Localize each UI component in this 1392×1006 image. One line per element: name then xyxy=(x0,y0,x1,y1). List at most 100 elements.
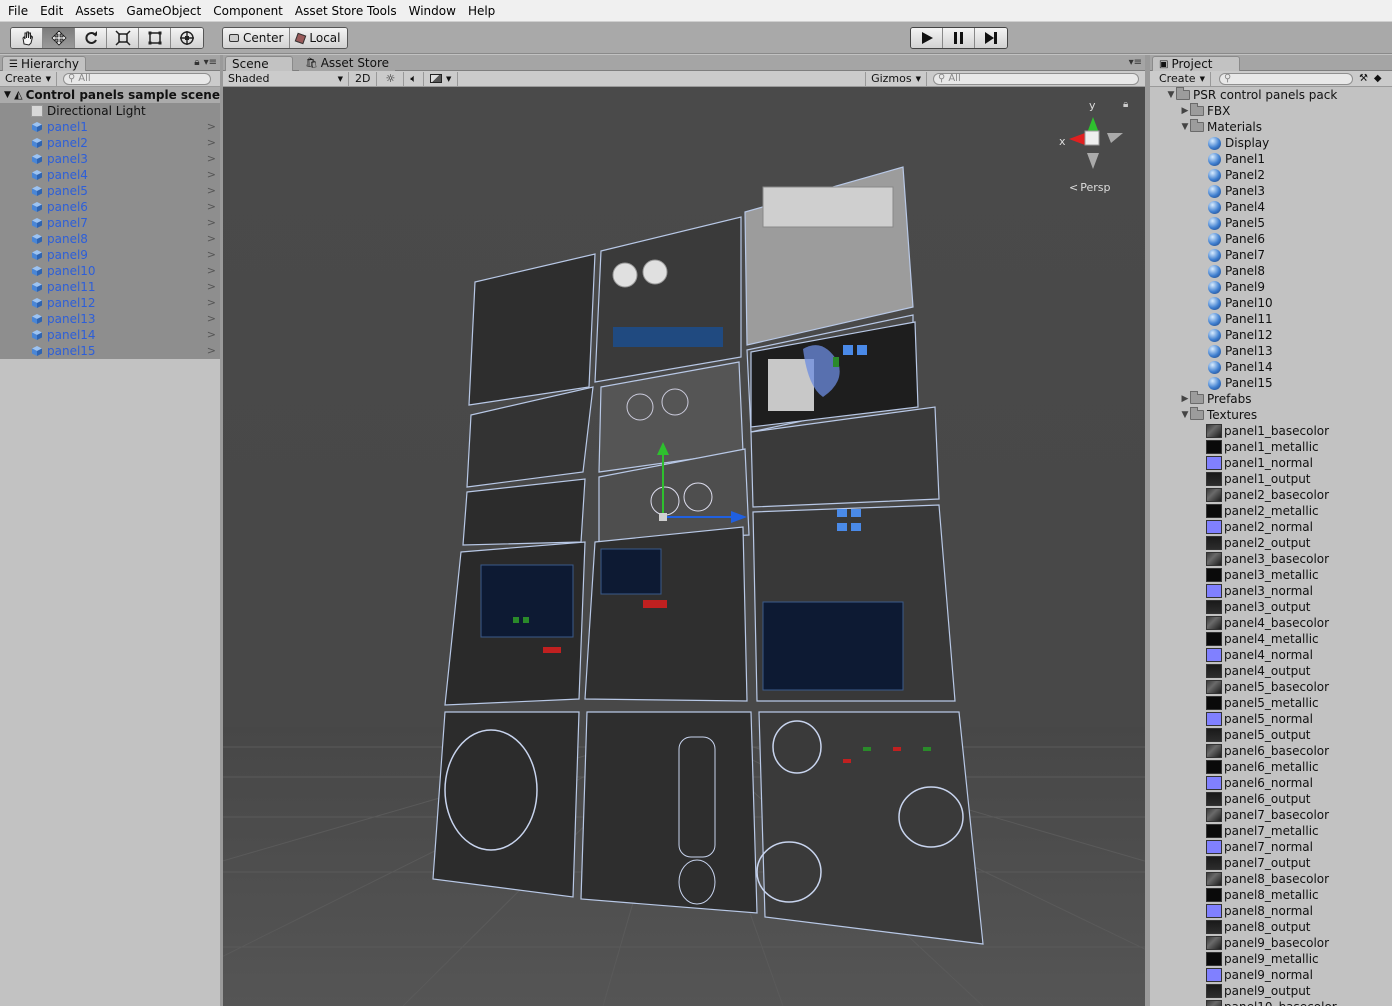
chevron-right-icon[interactable]: > xyxy=(207,151,216,167)
tab-hierarchy[interactable]: ☰ Hierarchy xyxy=(2,56,86,71)
chevron-right-icon[interactable]: > xyxy=(207,247,216,263)
project-texture-item[interactable]: panel10_basecolor xyxy=(1150,999,1392,1006)
panel-mesh-8[interactable] xyxy=(462,478,586,546)
project-texture-item[interactable]: panel2_output xyxy=(1150,535,1392,551)
project-texture-item[interactable]: panel6_metallic xyxy=(1150,759,1392,775)
collapse-arrow-icon[interactable]: ▶ xyxy=(1180,103,1190,119)
menu-item-assets[interactable]: Assets xyxy=(69,0,120,22)
project-texture-item[interactable]: panel7_metallic xyxy=(1150,823,1392,839)
chevron-right-icon[interactable]: > xyxy=(207,199,216,215)
project-texture-item[interactable]: panel1_metallic xyxy=(1150,439,1392,455)
project-folder-root[interactable]: ▼ PSR control panels pack xyxy=(1150,87,1392,103)
effects-dropdown[interactable]: ▼ xyxy=(424,71,459,86)
project-texture-item[interactable]: panel4_output xyxy=(1150,663,1392,679)
hierarchy-search-input[interactable]: ⚲ All xyxy=(62,72,211,85)
chevron-right-icon[interactable]: > xyxy=(207,279,216,295)
chevron-right-icon[interactable]: > xyxy=(207,231,216,247)
hierarchy-scene-row[interactable]: ▼ ◭ Control panels sample scene xyxy=(0,87,220,103)
hierarchy-item-panel3[interactable]: panel3 > xyxy=(0,151,220,167)
hierarchy-item-directional-light[interactable]: Directional Light xyxy=(0,103,220,119)
menu-item-file[interactable]: File xyxy=(2,0,34,22)
project-texture-item[interactable]: panel1_output xyxy=(1150,471,1392,487)
project-folder-textures[interactable]: ▼ Textures xyxy=(1150,407,1392,423)
project-material-item[interactable]: Panel10 xyxy=(1150,295,1392,311)
project-texture-item[interactable]: panel5_metallic xyxy=(1150,695,1392,711)
project-material-item[interactable]: Panel5 xyxy=(1150,215,1392,231)
project-texture-item[interactable]: panel5_normal xyxy=(1150,711,1392,727)
collapse-arrow-icon[interactable]: ▶ xyxy=(1180,391,1190,407)
panel-menu-icon[interactable]: ▾≡ xyxy=(204,57,217,68)
chevron-right-icon[interactable]: > xyxy=(207,119,216,135)
project-material-item[interactable]: Panel6 xyxy=(1150,231,1392,247)
project-create-dropdown[interactable]: Create ▼ xyxy=(1154,71,1211,86)
chevron-right-icon[interactable]: > xyxy=(207,295,216,311)
tab-scene[interactable]: Scene xyxy=(225,56,293,71)
project-texture-item[interactable]: panel3_output xyxy=(1150,599,1392,615)
project-texture-item[interactable]: panel4_metallic xyxy=(1150,631,1392,647)
menu-item-component[interactable]: Component xyxy=(207,0,289,22)
project-material-item[interactable]: Panel3 xyxy=(1150,183,1392,199)
shading-mode-dropdown[interactable]: Shaded ▼ xyxy=(223,71,349,86)
project-material-item[interactable]: Panel9 xyxy=(1150,279,1392,295)
project-material-item[interactable]: Panel4 xyxy=(1150,199,1392,215)
hierarchy-item-panel8[interactable]: panel8 > xyxy=(0,231,220,247)
hierarchy-item-panel2[interactable]: panel2 > xyxy=(0,135,220,151)
project-texture-item[interactable]: panel9_normal xyxy=(1150,967,1392,983)
hierarchy-item-panel5[interactable]: panel5 > xyxy=(0,183,220,199)
menu-item-help[interactable]: Help xyxy=(462,0,501,22)
project-texture-item[interactable]: panel8_basecolor xyxy=(1150,871,1392,887)
project-texture-item[interactable]: panel8_output xyxy=(1150,919,1392,935)
scene-viewport[interactable]: y x < Persp 🔒︎ xyxy=(223,87,1145,1006)
pivot-center-button[interactable]: Center xyxy=(223,28,291,48)
project-texture-item[interactable]: panel2_metallic xyxy=(1150,503,1392,519)
menu-item-gameobject[interactable]: GameObject xyxy=(120,0,207,22)
hierarchy-item-panel6[interactable]: panel6 > xyxy=(0,199,220,215)
scene-search-input[interactable]: ⚲ All xyxy=(933,72,1139,85)
project-material-item[interactable]: Panel8 xyxy=(1150,263,1392,279)
expand-arrow-icon[interactable]: ▼ xyxy=(1166,87,1176,103)
hierarchy-item-panel4[interactable]: panel4 > xyxy=(0,167,220,183)
projection-toggle[interactable]: < Persp xyxy=(1069,181,1110,194)
project-texture-item[interactable]: panel9_metallic xyxy=(1150,951,1392,967)
project-texture-item[interactable]: panel4_basecolor xyxy=(1150,615,1392,631)
filter-by-type-icon[interactable]: ⚒ xyxy=(1359,73,1368,84)
project-texture-item[interactable]: panel5_output xyxy=(1150,727,1392,743)
project-texture-item[interactable]: panel1_basecolor xyxy=(1150,423,1392,439)
rotate-tool-button[interactable] xyxy=(75,28,107,48)
project-material-item[interactable]: Panel1 xyxy=(1150,151,1392,167)
project-texture-item[interactable]: panel1_normal xyxy=(1150,455,1392,471)
step-button[interactable] xyxy=(975,28,1007,48)
transform-tool-button[interactable] xyxy=(171,28,203,48)
play-button[interactable] xyxy=(911,28,943,48)
filter-by-label-icon[interactable]: ◆ xyxy=(1374,73,1382,84)
chevron-right-icon[interactable]: > xyxy=(207,183,216,199)
project-material-item[interactable]: Panel2 xyxy=(1150,167,1392,183)
expand-arrow-icon[interactable]: ▼ xyxy=(1180,119,1190,135)
hierarchy-item-panel1[interactable]: panel1 > xyxy=(0,119,220,135)
tab-asset-store[interactable]: 🛍︎ Asset Store xyxy=(299,56,396,71)
project-texture-item[interactable]: panel9_output xyxy=(1150,983,1392,999)
project-texture-item[interactable]: panel7_normal xyxy=(1150,839,1392,855)
hierarchy-item-panel7[interactable]: panel7 > xyxy=(0,215,220,231)
project-folder-materials[interactable]: ▼ Materials xyxy=(1150,119,1392,135)
chevron-right-icon[interactable]: > xyxy=(207,343,216,359)
project-texture-item[interactable]: panel2_basecolor xyxy=(1150,487,1392,503)
tab-project[interactable]: ▣ Project xyxy=(1152,56,1240,71)
project-material-item[interactable]: Panel11 xyxy=(1150,311,1392,327)
project-texture-item[interactable]: panel3_normal xyxy=(1150,583,1392,599)
panel-mesh-1[interactable] xyxy=(468,253,596,406)
hierarchy-item-panel13[interactable]: panel13 > xyxy=(0,311,220,327)
project-material-item[interactable]: Panel15 xyxy=(1150,375,1392,391)
project-texture-item[interactable]: panel3_basecolor xyxy=(1150,551,1392,567)
orientation-gizmo[interactable] xyxy=(1069,117,1123,169)
expand-arrow-icon[interactable]: ▼ xyxy=(1180,407,1190,423)
project-material-item[interactable]: Display xyxy=(1150,135,1392,151)
project-texture-item[interactable]: panel7_basecolor xyxy=(1150,807,1392,823)
pivot-space-button[interactable]: Local xyxy=(290,28,347,48)
panel-mesh-16[interactable] xyxy=(758,711,984,945)
project-texture-item[interactable]: panel5_basecolor xyxy=(1150,679,1392,695)
hand-tool-button[interactable] xyxy=(11,28,43,48)
hierarchy-item-panel10[interactable]: panel10 > xyxy=(0,263,220,279)
menu-item-edit[interactable]: Edit xyxy=(34,0,69,22)
project-texture-item[interactable]: panel8_normal xyxy=(1150,903,1392,919)
